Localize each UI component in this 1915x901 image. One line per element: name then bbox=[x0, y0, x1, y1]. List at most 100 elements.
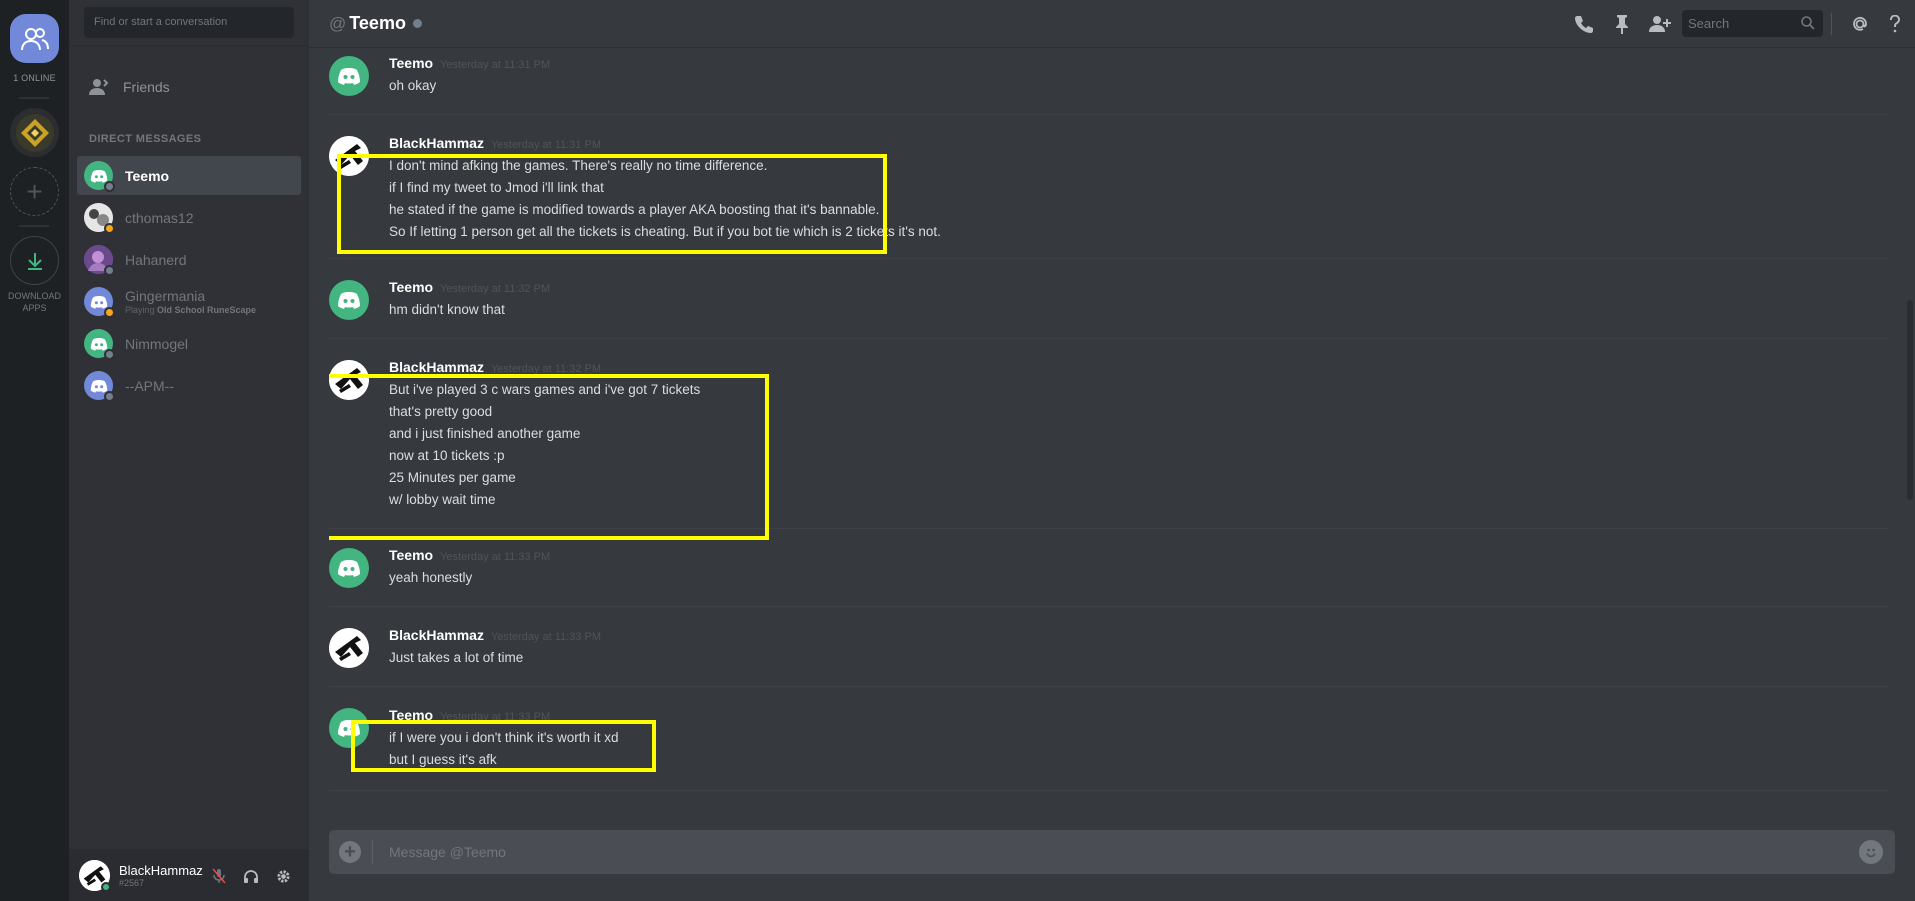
avatar bbox=[84, 161, 115, 192]
message-text: oh okay bbox=[389, 78, 437, 93]
friends-nav-item[interactable]: Friends bbox=[89, 78, 170, 96]
message-divider bbox=[329, 606, 1889, 607]
home-button[interactable] bbox=[10, 14, 59, 63]
highlight-box bbox=[337, 154, 887, 254]
status-indicator bbox=[104, 349, 115, 360]
user-status-indicator bbox=[101, 882, 111, 892]
dm-item-apm[interactable]: --APM-- bbox=[77, 366, 301, 405]
friends-wave-icon bbox=[89, 79, 109, 95]
message-header: Teemo Yesterday at 11:31 PM bbox=[389, 55, 550, 71]
message-avatar[interactable] bbox=[329, 628, 369, 668]
at-symbol: @ bbox=[329, 13, 347, 33]
status-indicator bbox=[104, 307, 115, 318]
avatar bbox=[84, 329, 115, 360]
chat-area: @ Teemo Search Teemo Yesterday at 11:31 … bbox=[309, 0, 1915, 901]
help-icon bbox=[1890, 15, 1900, 33]
find-conversation-input[interactable]: Find or start a conversation bbox=[84, 7, 294, 38]
message-divider bbox=[329, 114, 1889, 115]
gold-emblem-icon bbox=[15, 113, 54, 152]
server-rail: 1 ONLINE + DOWNLOAD APPS bbox=[0, 0, 69, 901]
status-indicator bbox=[104, 391, 115, 402]
download-apps-button[interactable] bbox=[10, 236, 59, 285]
discord-logo-icon bbox=[90, 337, 107, 351]
phone-icon bbox=[1575, 16, 1593, 33]
dm-item-cthomas12[interactable]: cthomas12 bbox=[77, 198, 301, 237]
discord-logo-icon bbox=[90, 169, 107, 183]
download-apps-label: DOWNLOAD APPS bbox=[0, 290, 69, 314]
message-scrollbar[interactable] bbox=[1907, 300, 1913, 500]
message-text: hm didn't know that bbox=[389, 302, 505, 317]
mic-muted-icon bbox=[212, 868, 226, 884]
friends-icon bbox=[20, 27, 49, 50]
message-divider bbox=[329, 790, 1889, 791]
dm-item-teemo[interactable]: Teemo bbox=[77, 156, 301, 195]
discord-logo-icon bbox=[338, 560, 360, 577]
call-button[interactable] bbox=[1573, 13, 1595, 35]
avatar bbox=[84, 287, 115, 318]
upload-button[interactable]: + bbox=[339, 841, 361, 863]
message-avatar[interactable] bbox=[329, 280, 369, 320]
help-button[interactable] bbox=[1884, 13, 1906, 35]
message-avatar[interactable] bbox=[329, 56, 369, 96]
dm-name: Teemo bbox=[125, 167, 170, 184]
message-author[interactable]: BlackHammaz bbox=[389, 359, 484, 375]
channel-title: Teemo bbox=[349, 13, 406, 33]
message-header: BlackHammaz Yesterday at 11:32 PM bbox=[389, 359, 601, 375]
add-friend-to-dm-button[interactable] bbox=[1649, 13, 1671, 35]
highlight-box bbox=[351, 720, 656, 772]
discord-logo-icon bbox=[90, 379, 107, 393]
dm-item-gingermania[interactable]: Gingermania Playing Old School RuneScape bbox=[77, 282, 301, 321]
dm-name: Hahanerd bbox=[125, 251, 187, 268]
chat-header: @ Teemo Search bbox=[309, 0, 1915, 48]
dm-name: --APM-- bbox=[125, 377, 174, 394]
message-timestamp: Yesterday at 11:32 PM bbox=[440, 283, 551, 295]
status-indicator bbox=[104, 265, 115, 276]
dm-heading: DIRECT MESSAGES bbox=[89, 133, 202, 145]
header-search-input[interactable]: Search bbox=[1682, 10, 1823, 37]
rail-divider bbox=[19, 225, 49, 227]
message-author[interactable]: Teemo bbox=[389, 279, 433, 295]
download-label-line1: DOWNLOAD bbox=[7, 291, 61, 301]
avatar bbox=[84, 203, 115, 234]
mute-button[interactable] bbox=[209, 866, 229, 886]
gear-icon bbox=[276, 869, 290, 883]
hammer-avatar-icon bbox=[329, 628, 369, 668]
message-divider bbox=[329, 686, 1889, 687]
at-mention-icon bbox=[1853, 16, 1867, 31]
search-icon bbox=[1801, 16, 1815, 30]
search-placeholder: Search bbox=[1688, 16, 1730, 31]
pinned-messages-button[interactable] bbox=[1611, 13, 1633, 35]
download-icon bbox=[27, 252, 42, 270]
message-input[interactable]: Message @Teemo bbox=[389, 844, 506, 860]
message-avatar[interactable] bbox=[329, 548, 369, 588]
user-info: BlackHammaz #2567 bbox=[110, 863, 203, 888]
dm-text: Gingermania Playing Old School RuneScape bbox=[125, 288, 256, 315]
dm-item-nimmogel[interactable]: Nimmogel bbox=[77, 324, 301, 363]
add-server-button[interactable]: + bbox=[10, 167, 59, 216]
presence-indicator bbox=[412, 19, 422, 28]
server-icon[interactable] bbox=[10, 108, 59, 157]
plus-icon: + bbox=[344, 841, 356, 863]
avatar bbox=[84, 371, 115, 402]
message-text: Just takes a lot of time bbox=[389, 650, 524, 665]
dm-item-hahanerd[interactable]: Hahanerd bbox=[77, 240, 301, 279]
avatar bbox=[84, 245, 115, 276]
mentions-button[interactable] bbox=[1849, 13, 1871, 35]
message-divider bbox=[329, 338, 1889, 339]
status-indicator bbox=[104, 223, 115, 234]
dm-activity: Playing Old School RuneScape bbox=[125, 305, 256, 315]
message-author[interactable]: Teemo bbox=[389, 547, 433, 563]
message-author[interactable]: BlackHammaz bbox=[389, 135, 484, 151]
user-tag: #2567 bbox=[119, 877, 145, 888]
message-author[interactable]: BlackHammaz bbox=[389, 627, 484, 643]
emoji-button[interactable] bbox=[1859, 840, 1883, 864]
dm-sidebar: Find or start a conversation Friends DIR… bbox=[69, 0, 309, 901]
deafen-button[interactable] bbox=[241, 866, 261, 886]
user-name: BlackHammaz bbox=[119, 862, 203, 878]
user-settings-button[interactable] bbox=[273, 866, 293, 886]
dm-name: Nimmogel bbox=[125, 335, 189, 352]
message-author[interactable]: Teemo bbox=[389, 55, 433, 71]
online-count: 1 ONLINE bbox=[13, 73, 56, 83]
highlight-box bbox=[329, 374, 769, 540]
discord-logo-icon bbox=[338, 68, 360, 85]
